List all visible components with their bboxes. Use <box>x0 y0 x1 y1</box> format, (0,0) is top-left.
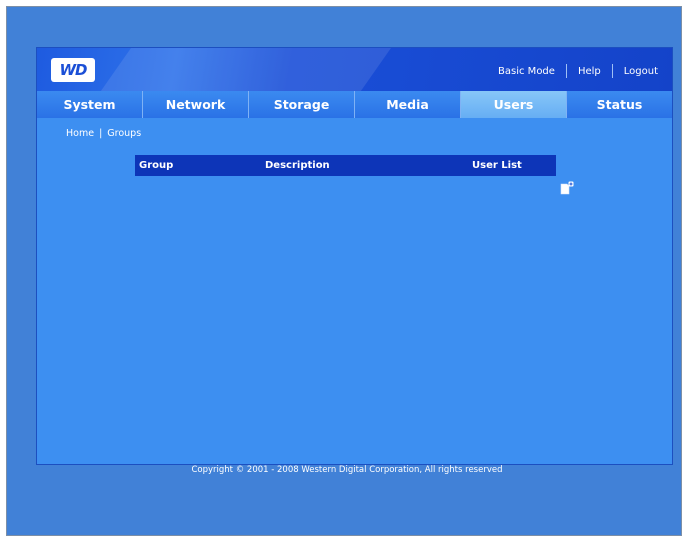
tab-system[interactable]: System <box>37 91 143 118</box>
main-panel: WD Basic Mode Help Logout System Network… <box>36 47 673 465</box>
tab-media[interactable]: Media <box>355 91 461 118</box>
basic-mode-link[interactable]: Basic Mode <box>498 66 555 77</box>
groups-table-header: Group Description User List <box>135 155 556 176</box>
breadcrumb-current: Groups <box>107 128 142 139</box>
breadcrumb: Home | Groups <box>66 128 141 139</box>
tab-status[interactable]: Status <box>567 91 672 118</box>
help-link[interactable]: Help <box>578 66 601 77</box>
link-divider <box>611 64 613 78</box>
top-links: Basic Mode Help Logout <box>498 64 658 78</box>
header-decoration <box>74 48 420 91</box>
column-header-description: Description <box>265 160 330 171</box>
tab-network[interactable]: Network <box>143 91 249 118</box>
breadcrumb-home-link[interactable]: Home <box>66 128 94 139</box>
column-header-user-list: User List <box>472 160 522 171</box>
main-tabs: System Network Storage Media Users Statu… <box>37 91 672 118</box>
header-bar: WD Basic Mode Help Logout <box>37 48 672 91</box>
breadcrumb-separator: | <box>99 128 103 139</box>
tab-storage[interactable]: Storage <box>249 91 355 118</box>
copyright-footer: Copyright © 2001 - 2008 Western Digital … <box>191 465 503 475</box>
link-divider <box>565 64 567 78</box>
add-document-icon[interactable] <box>560 181 574 195</box>
wd-logo: WD <box>51 58 95 82</box>
tab-users[interactable]: Users <box>461 91 567 118</box>
column-header-group: Group <box>139 160 174 171</box>
logout-link[interactable]: Logout <box>624 66 658 77</box>
app-frame: WD Basic Mode Help Logout System Network… <box>6 6 682 536</box>
